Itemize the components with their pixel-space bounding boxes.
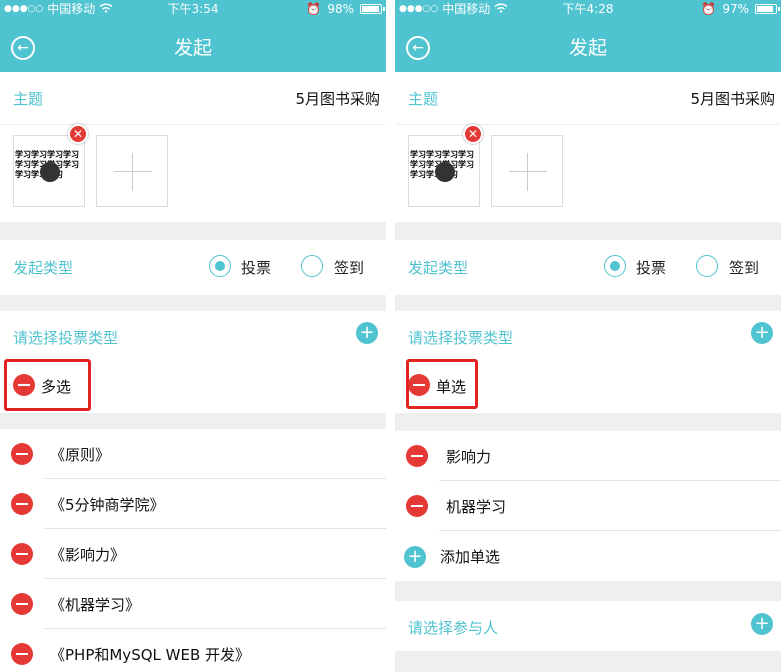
page-title: 发起 [568,37,607,59]
list-item-text[interactable]: 《PHP和MySQL WEB 开发》 [50,644,250,665]
participants-header: 请选择参与人 + [395,601,781,651]
remove-item-icon[interactable] [11,543,33,565]
subject-label: 主题 [408,90,439,108]
alarm-icon: ⏰ [701,2,717,16]
launch-type-label: 发起类型 [408,259,469,277]
uploaded-image-thumbnail[interactable]: 学习学习学习学习学习学习学习学习学习学习学习 [13,135,85,207]
battery-percent: 98% [327,2,354,16]
vote-type-header: 请选择投票类型 + [395,311,781,361]
radio-vote[interactable] [209,255,231,277]
alarm-icon: ⏰ [306,2,322,16]
list-item: 《原则》 [0,429,386,479]
image-upload-row: 学习学习学习学习学习学习学习学习学习学习学习 [395,125,781,222]
battery-icon [360,4,385,14]
highlight-box [4,359,91,411]
list-item: 影响力 [395,431,781,481]
radio-checkin-label: 签到 [334,259,365,277]
list-item-text[interactable]: 《5分钟商学院》 [50,494,165,515]
list-item: 《5分钟商学院》 [0,479,386,529]
add-vote-type-icon[interactable]: + [356,322,378,344]
remove-image-icon[interactable]: ✕ [463,124,483,144]
subject-row[interactable]: 主题 5月图书采购 [395,72,781,124]
subject-value[interactable]: 5月图书采购 [295,88,380,109]
radio-vote-label: 投票 [636,259,667,277]
page-title: 发起 [173,37,212,59]
subject-label: 主题 [13,90,44,108]
header-bar: ●●●○○ 中国移动 下午3:54 ⏰ 98% ← 发起 [0,0,386,72]
add-image-button[interactable] [96,135,168,207]
list-item: 机器学习 [395,481,781,531]
battery-icon [755,4,780,14]
list-item: 《影响力》 [0,529,386,579]
header-bar: ●●●○○ 中国移动 下午4:28 ⏰ 97% ← 发起 [395,0,781,72]
list-item-text[interactable]: 《影响力》 [50,544,125,565]
vote-type-label: 请选择投票类型 [13,329,119,347]
uploaded-image-thumbnail[interactable]: 学习学习学习学习学习学习学习学习学习学习学习 [408,135,480,207]
thumbnail-figure [40,162,60,182]
phone-screen-multi: ●●●○○ 中国移动 下午3:54 ⏰ 98% ← 发起 主题 5月图书采购 学… [0,0,386,672]
radio-checkin-label: 签到 [729,259,760,277]
participants-label: 请选择参与人 [408,619,499,637]
remove-item-icon[interactable] [11,643,33,665]
list-item: 《机器学习》 [0,579,386,629]
vote-type-label: 请选择投票类型 [408,329,514,347]
add-option-row[interactable]: + 添加单选 [395,531,781,581]
thumbnail-figure [435,162,455,182]
radio-checkin[interactable] [301,255,323,277]
status-battery-group: ⏰ 97% [701,0,780,18]
status-battery-group: ⏰ 98% [306,0,385,18]
remove-item-icon[interactable] [406,495,428,517]
list-item-text[interactable]: 机器学习 [446,496,506,517]
add-option-label: 添加单选 [440,548,501,566]
launch-type-label: 发起类型 [13,259,74,277]
add-participant-icon[interactable]: + [751,613,773,635]
vote-type-header: 请选择投票类型 + [0,311,386,361]
remove-item-icon[interactable] [11,443,33,465]
radio-vote-label: 投票 [241,259,272,277]
launch-type-row: 发起类型 投票 签到 [0,240,386,295]
add-image-button[interactable] [491,135,563,207]
remove-item-icon[interactable] [11,493,33,515]
list-item-text[interactable]: 《机器学习》 [50,594,140,615]
image-upload-row: 学习学习学习学习学习学习学习学习学习学习学习 [0,125,386,222]
comparison-stage: ●●●○○ 中国移动 下午3:54 ⏰ 98% ← 发起 主题 5月图书采购 学… [0,0,781,672]
list-item-text[interactable]: 影响力 [446,446,491,467]
add-vote-type-icon[interactable]: + [751,322,773,344]
launch-type-row: 发起类型 投票 签到 [395,240,781,295]
remove-image-icon[interactable]: ✕ [68,124,88,144]
list-item: 《PHP和MySQL WEB 开发》 [0,629,386,672]
subject-value[interactable]: 5月图书采购 [690,88,775,109]
remove-item-icon[interactable] [11,593,33,615]
highlight-box [406,359,478,409]
phone-screen-single: ●●●○○ 中国移动 下午4:28 ⏰ 97% ← 发起 主题 5月图书采购 学… [395,0,781,672]
radio-vote[interactable] [604,255,626,277]
add-option-icon[interactable]: + [404,546,426,568]
remove-item-icon[interactable] [406,445,428,467]
radio-checkin[interactable] [696,255,718,277]
battery-percent: 97% [722,2,749,16]
subject-row[interactable]: 主题 5月图书采购 [0,72,386,124]
list-item-text[interactable]: 《原则》 [50,444,110,465]
